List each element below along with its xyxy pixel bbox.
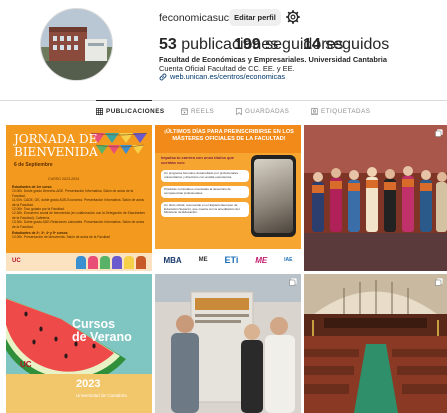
schedule-line: 10.00h. Presentación de bienvenida. Saló… (12, 235, 110, 240)
link-icon (159, 73, 167, 80)
logo-me-2: ME (255, 255, 268, 265)
schedule-line: 12.30h. Encuentro social de bienvenida (… (12, 211, 145, 220)
profile-username: feconomicasuc (159, 12, 230, 24)
tabs-divider (0, 100, 447, 101)
tab-guardadas[interactable]: GUARDADAS (236, 108, 289, 115)
schedule-line: 13.30h. Doble grado ADE-Relaciones Labor… (12, 220, 145, 229)
tab-reels[interactable]: REELS (181, 108, 214, 115)
people-poster-image (155, 274, 301, 413)
following-count: 14 (303, 36, 321, 53)
post-item: Un título oficial, reconocido en el Espa… (161, 201, 249, 218)
posts-count: 53 (159, 36, 177, 53)
post-footer-band: UC (6, 253, 152, 271)
post-schedule: Estudiantes de 1er curso: 10.00h. Doble g… (12, 185, 146, 240)
post-cursos-de-verano[interactable]: Cursos de Verano UC 2023 Universidad de … (6, 274, 152, 413)
post-course: CURSO 2023-2024 (48, 177, 80, 181)
reels-icon (181, 108, 188, 115)
schedule-line: 10.00h. Doble grado Derecho-ADE. Present… (12, 189, 134, 198)
bio-link-text: web.unican.es/centros/economicas (170, 72, 286, 81)
post-poster-photo[interactable] (155, 274, 301, 413)
active-tab-indicator (96, 100, 152, 101)
post-jornada-bienvenida[interactable]: JORNADA DE BIENVENIDA 6 de Septiembre CU… (6, 125, 152, 271)
tab-publicaciones[interactable]: PUBLICACIONES (96, 108, 165, 115)
auditorium-image (304, 274, 447, 413)
tab-etiquetadas[interactable]: ETIQUETADAS (311, 108, 370, 115)
post-header: ¡ÚLTIMOS DÍAS PARA PREINSCRIBIRSE EN LOS… (164, 129, 294, 142)
profile-avatar[interactable] (40, 8, 113, 81)
post-org: Universidad de Cantabria (76, 393, 127, 398)
tab-label: GUARDADAS (245, 108, 290, 115)
following-label: seguidos (325, 36, 390, 53)
bookmark-icon (236, 108, 242, 115)
multiple-images-icon (435, 129, 443, 137)
multiple-images-icon (435, 278, 443, 286)
grid-icon (96, 108, 103, 115)
logo-iae: IAE (284, 257, 293, 263)
logo-mba: MBA (163, 255, 182, 265)
edit-profile-button[interactable]: Editar perfil (229, 9, 281, 26)
post-item: Prácticas curriculares orientadas al des… (161, 185, 249, 198)
bio-name: Facultad de Económicas y Empresariales. … (159, 55, 387, 64)
tab-label: ETIQUETADAS (321, 108, 371, 115)
bio-link[interactable]: web.unican.es/centros/economicas (159, 72, 285, 81)
settings-gear-icon[interactable] (286, 10, 300, 24)
post-title-line2: de Verano (72, 330, 132, 344)
post-title: Cursos de Verano (72, 318, 132, 344)
tab-label: PUBLICACIONES (106, 108, 165, 115)
logo-eti: ETi (224, 255, 239, 265)
uc-logo: UC (12, 258, 21, 264)
post-graduation-photo[interactable] (304, 125, 447, 271)
followers-count: 199 (234, 36, 261, 53)
post-item: Un programa formativo desarrollado por p… (161, 170, 249, 182)
post-title-line2: BIENVENIDA (14, 145, 98, 159)
logo-me: ME (198, 257, 208, 263)
post-date: 6 de Septiembre (14, 162, 53, 168)
post-lead: Impulsa tu carrera con unos títulos que … (161, 155, 234, 165)
following-stat[interactable]: 14 seguidos (303, 36, 389, 54)
tab-label: REELS (191, 108, 215, 115)
post-masteres-oficiales[interactable]: ¡ÚLTIMOS DÍAS PARA PREINSCRIBIRSE EN LOS… (155, 125, 301, 271)
tag-icon (311, 108, 318, 115)
post-auditorium-photo[interactable] (304, 274, 447, 413)
phone-photo (251, 155, 296, 237)
avatar-building-photo (41, 9, 112, 80)
post-logo-strip: MBA ME ETi ME IAE (155, 249, 301, 271)
people-illustration (76, 256, 146, 269)
post-year: 2023 (76, 378, 101, 390)
post-items: Un programa formativo desarrollado por p… (161, 170, 249, 218)
uc-logo: UC (20, 360, 32, 369)
multiple-images-icon (289, 278, 297, 286)
profile-stats: 53 publicaciones 199 seguidores 14 segui… (159, 36, 389, 53)
schedule-line: 11.00h. CADE, GE, doble grado ADE-Econom… (12, 198, 145, 207)
graduation-group-image (304, 125, 447, 271)
